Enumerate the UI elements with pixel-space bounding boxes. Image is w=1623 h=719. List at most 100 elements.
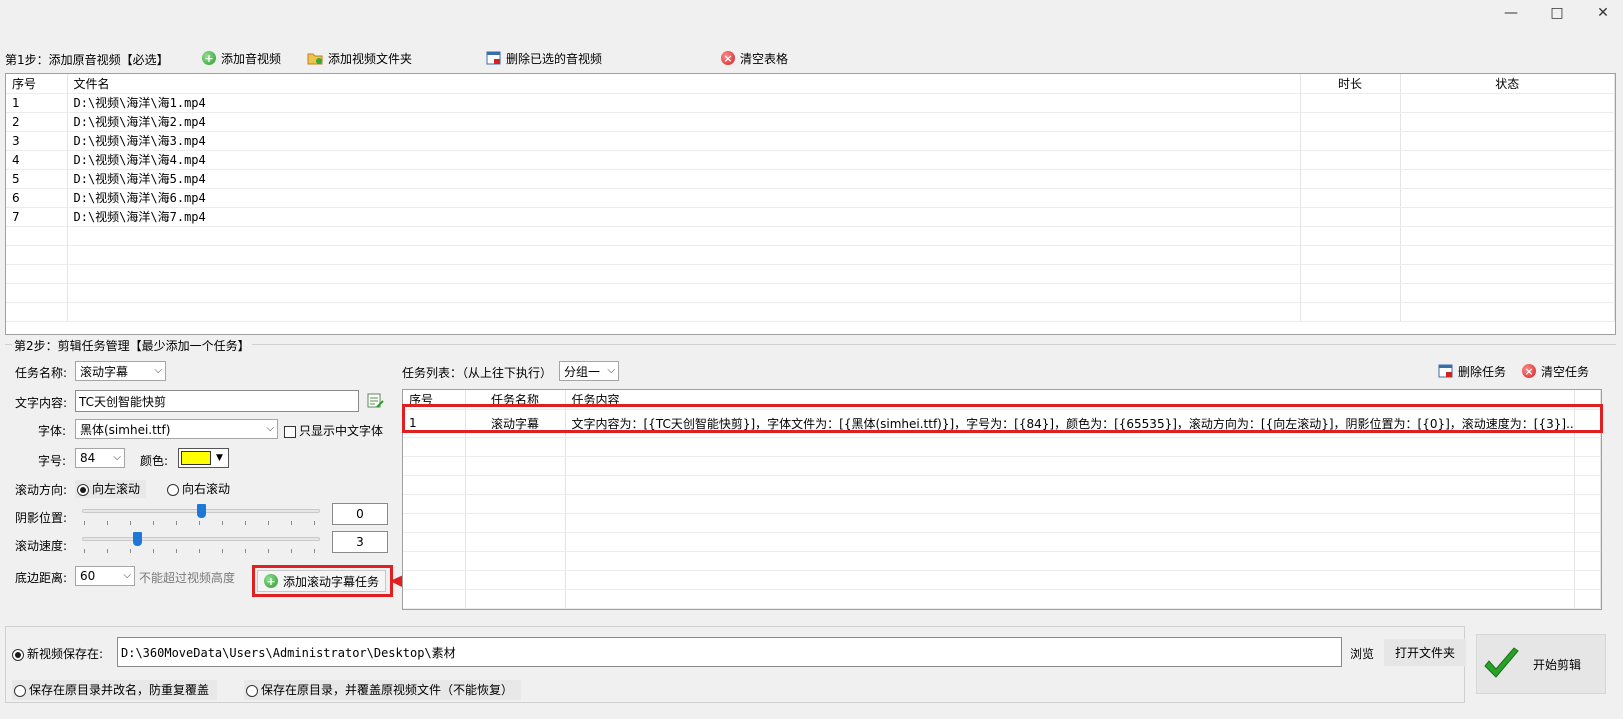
chevron-down-icon: ⌵: [607, 365, 615, 376]
task-row[interactable]: [403, 475, 1601, 495]
bottom-distance-label: 底边距离:: [15, 571, 68, 585]
speed-slider-thumb[interactable]: [132, 532, 142, 546]
save-rename-radio[interactable]: 保存在原目录并改名，防重复覆盖: [12, 680, 218, 700]
file-cell: D:\视频\海洋\海6.mp4: [67, 188, 1301, 208]
index-cell: 1: [6, 93, 68, 113]
delete-selected-button[interactable]: 删除已选的音视频: [480, 47, 608, 69]
task-name-cell: [465, 570, 566, 590]
save-overwrite-radio[interactable]: 保存在原目录，并覆盖原视频文件（不能恢复）: [244, 680, 522, 700]
save-new-radio[interactable]: 新视频保存在:: [12, 645, 103, 662]
radio-unselected[interactable]: [246, 684, 258, 697]
index-cell: 7: [6, 207, 68, 227]
col-duration[interactable]: 时长: [1300, 74, 1401, 94]
group-select[interactable]: 分组一 ⌵: [559, 361, 619, 381]
task-row[interactable]: [403, 437, 1601, 457]
task-row[interactable]: [403, 532, 1601, 552]
delete-task-button[interactable]: 删除任务: [1432, 360, 1512, 382]
index-cell: [6, 264, 68, 284]
save-rename-label: 保存在原目录并改名，防重复覆盖: [29, 683, 210, 697]
task-row[interactable]: [403, 570, 1601, 590]
text-content-input[interactable]: TC天创智能快剪: [75, 390, 359, 412]
table-row[interactable]: [6, 302, 1615, 322]
close-button[interactable]: ✕: [1580, 0, 1623, 26]
color-picker[interactable]: ▼: [178, 448, 229, 468]
task-name-select[interactable]: 滚动字幕 ⌵: [75, 361, 166, 381]
font-size-select[interactable]: 84 ⌵: [75, 448, 125, 468]
speed-value-input[interactable]: 3: [332, 531, 388, 553]
file-cell: D:\视频\海洋\海2.mp4: [67, 112, 1301, 132]
save-path-input[interactable]: D:\360MoveData\Users\Administrator\Deskt…: [117, 637, 1342, 667]
table-row[interactable]: 3 D:\视频\海洋\海3.mp4: [6, 131, 1615, 151]
table-row[interactable]: [6, 283, 1615, 303]
speed-slider-track[interactable]: [82, 537, 320, 541]
minimize-button[interactable]: —: [1488, 0, 1534, 26]
open-folder-button[interactable]: 打开文件夹: [1384, 639, 1466, 666]
browse-button[interactable]: 浏览: [1350, 645, 1374, 662]
task-row[interactable]: [403, 456, 1601, 476]
table-row[interactable]: 2 D:\视频\海洋\海2.mp4: [6, 112, 1615, 132]
bottom-distance-value: 60: [80, 569, 96, 583]
dir-right-radio[interactable]: 向右滚动: [167, 480, 230, 497]
font-size-value: 84: [80, 451, 96, 465]
start-button[interactable]: 开始剪辑: [1476, 634, 1606, 694]
col-filename[interactable]: 文件名: [67, 74, 1301, 94]
table-cell: [1400, 226, 1615, 246]
maximize-button[interactable]: □: [1534, 0, 1580, 26]
shadow-slider-thumb[interactable]: [197, 504, 206, 518]
table-cell: [1300, 302, 1401, 322]
table-row[interactable]: [6, 245, 1615, 265]
table-row[interactable]: 1 D:\视频\海洋\海1.mp4: [6, 93, 1615, 113]
table-row[interactable]: [6, 226, 1615, 246]
add-av-button[interactable]: + 添加音视频: [196, 47, 287, 69]
dir-left-radio[interactable]: 向左滚动: [75, 480, 147, 498]
table-row[interactable]: 6 D:\视频\海洋\海6.mp4: [6, 188, 1615, 208]
chevron-down-icon: ⌵: [123, 570, 131, 581]
table-row[interactable]: 5 D:\视频\海洋\海5.mp4: [6, 169, 1615, 189]
task-index-cell: [403, 456, 466, 476]
shadow-value-input[interactable]: 0: [332, 503, 388, 525]
table-row[interactable]: 4 D:\视频\海洋\海4.mp4: [6, 150, 1615, 170]
task-row[interactable]: [403, 513, 1601, 533]
color-dropdown-icon: ▼: [216, 453, 223, 463]
checkbox-box[interactable]: [284, 425, 296, 438]
radio-unselected[interactable]: [167, 483, 179, 496]
task-content-cell: [565, 494, 1575, 514]
radio-selected[interactable]: [77, 483, 89, 496]
task-name-cell: [465, 551, 566, 571]
task-index-cell: [403, 570, 466, 590]
add-folder-button[interactable]: 添加视频文件夹: [301, 47, 418, 69]
col-status[interactable]: 状态: [1400, 74, 1615, 94]
font-select[interactable]: 黑体(simhei.ttf) ⌵: [75, 419, 278, 439]
col-index[interactable]: 序号: [6, 74, 68, 94]
file-cell: [67, 245, 1301, 265]
index-cell: 3: [6, 131, 68, 151]
only-cn-checkbox[interactable]: 只显示中文字体: [284, 422, 383, 439]
bottom-distance-hint: 不能超过视频高度: [139, 571, 236, 585]
bottom-distance-select[interactable]: 60 ⌵: [75, 566, 135, 586]
text-edit-icon[interactable]: [367, 392, 384, 409]
color-label: 颜色:: [140, 454, 169, 468]
color-swatch: [181, 451, 211, 465]
task-row[interactable]: [403, 589, 1601, 609]
font-size-label: 字号:: [38, 454, 67, 468]
clear-table-button[interactable]: × 清空表格: [715, 47, 794, 69]
task-row[interactable]: [403, 551, 1601, 571]
task-index-cell: [403, 437, 466, 457]
table-row[interactable]: 7 D:\视频\海洋\海7.mp4: [6, 207, 1615, 227]
table-row[interactable]: [6, 264, 1615, 284]
file-cell: D:\视频\海洋\海1.mp4: [67, 93, 1301, 113]
clear-tasks-button[interactable]: × 清空任务: [1516, 360, 1595, 382]
table-cell: [1400, 283, 1615, 303]
task-name-cell: [465, 437, 566, 457]
delete-task-label: 删除任务: [1458, 364, 1507, 379]
task-row[interactable]: [403, 494, 1601, 514]
task-name-value: 滚动字幕: [80, 364, 129, 379]
task-name-cell: [465, 532, 566, 552]
clear-icon: ×: [1522, 364, 1536, 378]
dir-left-label: 向左滚动: [92, 482, 141, 496]
radio-unselected[interactable]: [14, 684, 26, 697]
radio-selected[interactable]: [12, 648, 24, 661]
task-extra-cell: [1574, 475, 1601, 495]
add-task-button[interactable]: + 添加滚动字幕任务: [257, 570, 387, 592]
file-table[interactable]: 序号 文件名 时长 状态 1 D:\视频\海洋\海1.mp4 2 D:\视频\海洋\海…: [5, 73, 1616, 335]
